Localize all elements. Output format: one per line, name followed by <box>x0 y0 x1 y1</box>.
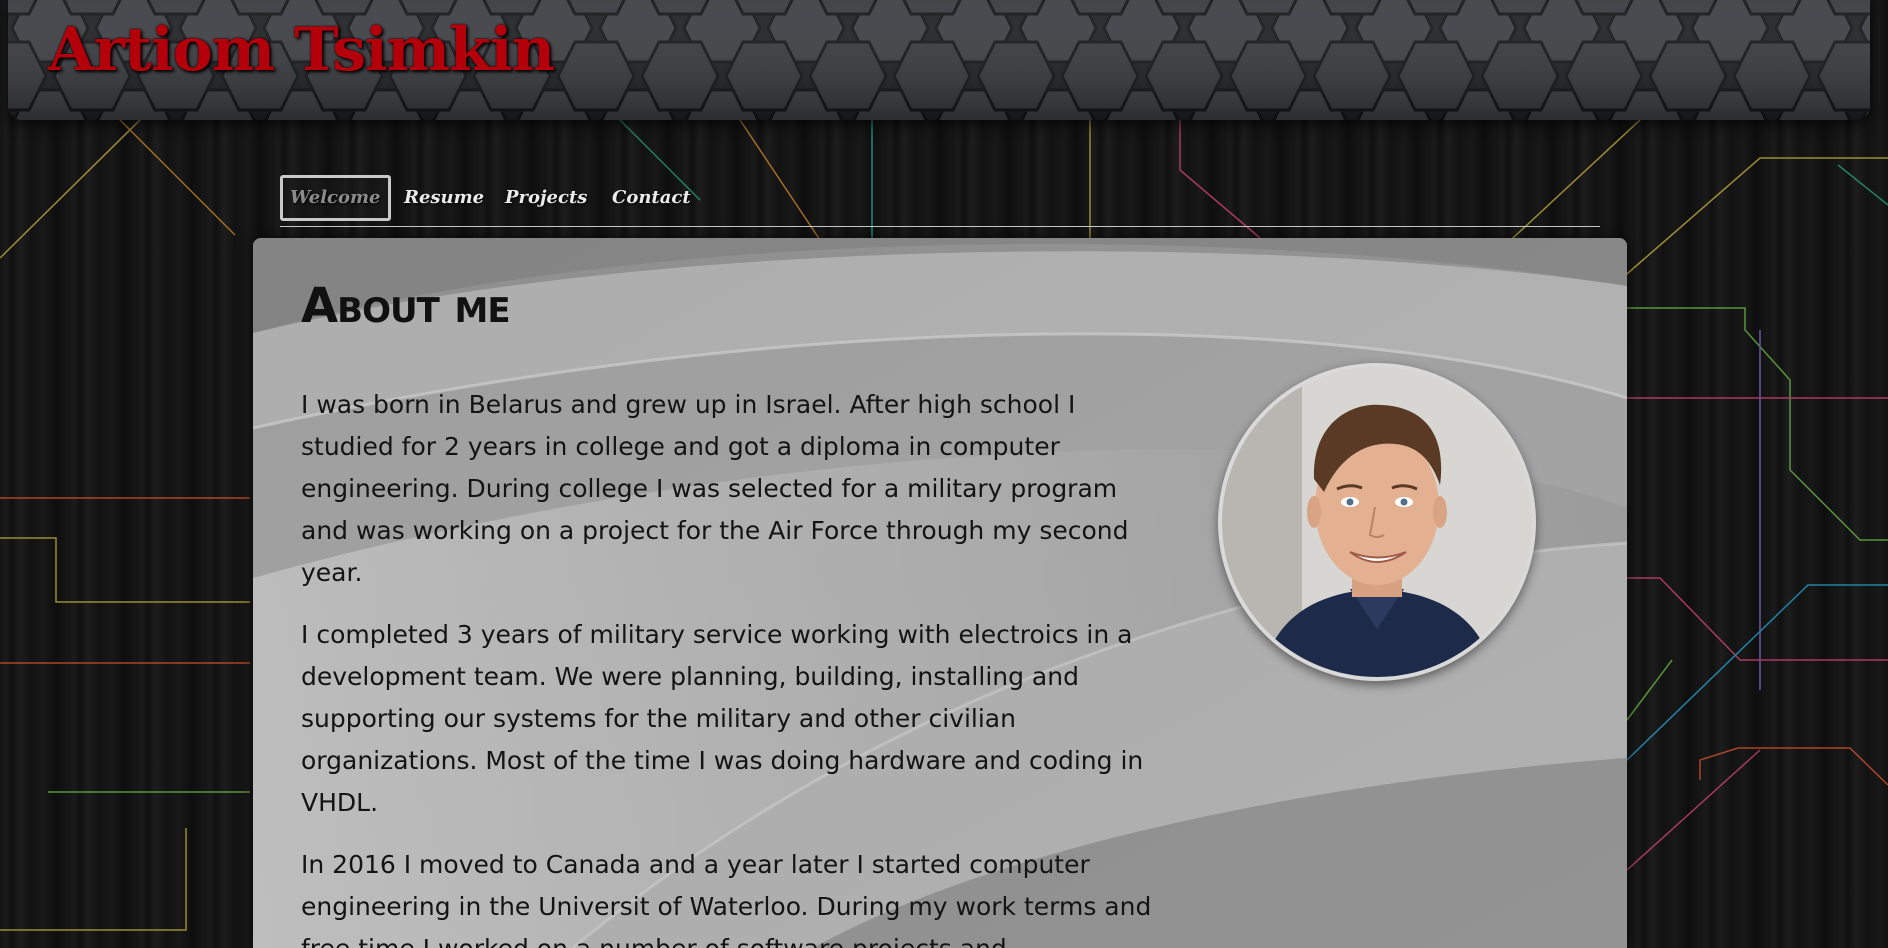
bio-paragraph-3: In 2016 I moved to Canada and a year lat… <box>301 850 1152 948</box>
nav-contact[interactable]: Contact <box>612 175 691 221</box>
site-header: Artiom Tsimkin <box>8 0 1870 120</box>
profile-photo <box>1218 363 1536 681</box>
site-title[interactable]: Artiom Tsimkin <box>48 14 555 86</box>
about-panel: About me I was born in Belarus and grew … <box>253 238 1627 948</box>
nav-projects[interactable]: Projects <box>505 175 587 221</box>
bio-paragraph-1: I was born in Belarus and grew up in Isr… <box>301 390 1129 587</box>
portrait-illustration <box>1222 367 1532 677</box>
main-navigation: Welcome Resume Projects Contact <box>280 173 1600 227</box>
about-heading: About me <box>301 278 511 334</box>
nav-welcome[interactable]: Welcome <box>280 175 391 221</box>
bio-paragraph-2: I completed 3 years of military service … <box>301 620 1144 817</box>
bio-text: I was born in Belarus and grew up in Isr… <box>301 384 1161 948</box>
nav-resume[interactable]: Resume <box>404 175 484 221</box>
